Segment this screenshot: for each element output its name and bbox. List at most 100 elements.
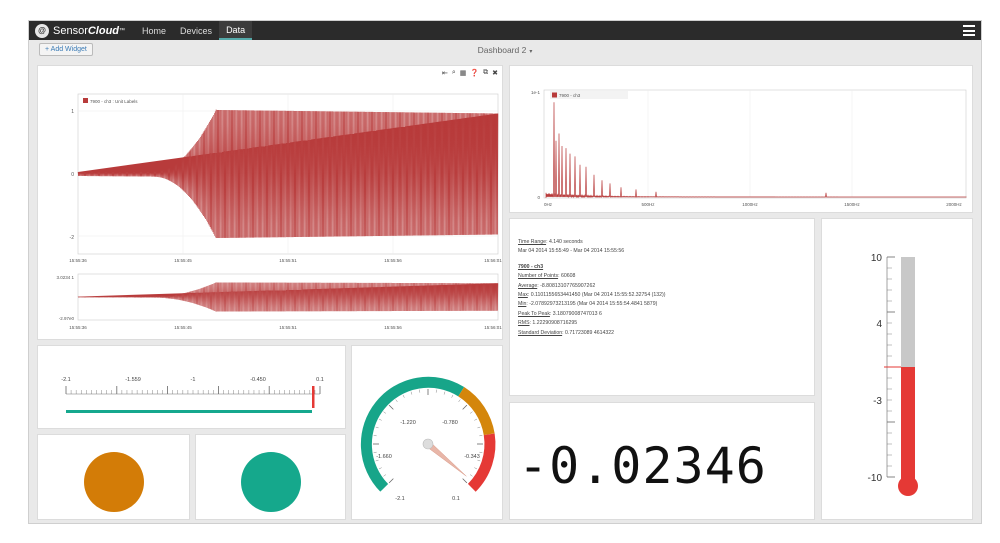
dial-gauge-tick	[383, 411, 387, 414]
dial-gauge-orange-band	[458, 387, 495, 436]
fft-legend-swatch	[552, 92, 557, 98]
fft-x-tick: 1500Hz	[844, 202, 860, 207]
time-range-value: : 4.140 seconds	[546, 239, 583, 245]
navigator-x-tick: 15:55:45	[174, 325, 192, 330]
status-light-orange	[84, 452, 144, 512]
hamburger-icon[interactable]	[963, 25, 975, 36]
dial-gauge-tick	[388, 404, 394, 410]
linear-gauge-tick-label: 0.1	[316, 377, 324, 383]
time-range-label: Time Range	[518, 239, 547, 245]
navigator-x-tick: 15:56:01	[484, 325, 502, 330]
stat-value: : -2.07892973213195 (Mar 04 2014 15:55:5…	[526, 301, 658, 308]
dial-gauge-label: 0.1	[452, 496, 460, 502]
brand-trademark: ™	[119, 27, 126, 34]
fft-chart[interactable]: 7900 - ch3 1e-1 0 0Hz 500Hz 1000Hz 1500H…	[510, 66, 974, 214]
chevron-down-icon: ▾	[529, 49, 533, 55]
thermometer-gauge: 10 4 -3 -10	[868, 253, 918, 496]
dial-gauge-tick	[402, 394, 405, 398]
thermometer-tick-label: 10	[871, 253, 883, 264]
y-tick-label: 0	[71, 172, 74, 178]
dial-gauge-tick	[375, 426, 379, 429]
dashboard-title-dropdown[interactable]: Dashboard 2 ▾	[29, 45, 981, 55]
thermometer-fill	[901, 367, 915, 491]
dial-gauge-label: -1.660	[376, 454, 392, 460]
thermometer-tick-label: -10	[868, 473, 883, 484]
stat-label: Number of Points	[518, 273, 559, 280]
nav-item-home[interactable]: Home	[135, 21, 173, 40]
app-window: @ Sensor Cloud ™ Home Devices Data + Add W…	[28, 20, 982, 524]
fft-plot-frame	[543, 89, 967, 199]
thermometer-bulb	[898, 476, 918, 496]
navigator-x-tick: 15:55:36	[69, 325, 87, 330]
dial-gauge-label: -2.1	[395, 496, 404, 502]
time-span: Mar 04 2014 15:55:49 - Mar 04 2014 15:55…	[518, 248, 625, 255]
fft-legend-label: 7900 - ch3	[559, 93, 581, 98]
thermometer-tick-label: 4	[876, 319, 882, 330]
dial-gauge-tick	[378, 467, 382, 470]
nav-item-devices[interactable]: Devices	[173, 21, 219, 40]
navigator-x-tick: 15:55:56	[384, 325, 402, 330]
top-navbar: @ Sensor Cloud ™ Home Devices Data	[29, 21, 981, 40]
linear-gauge-tick-label: -1	[191, 377, 196, 383]
dial-gauge-tick	[378, 418, 382, 421]
linear-gauge-marker	[312, 386, 315, 408]
fft-x-tick: 0Hz	[544, 202, 553, 207]
main-nav: Home Devices Data	[135, 21, 253, 40]
dial-gauge-red-band	[467, 433, 496, 492]
thermometer-tick-label: -3	[873, 396, 882, 407]
dial-gauge-tick	[388, 478, 394, 484]
linear-gauge-tick-label: -1.559	[125, 377, 141, 383]
y-tick-label: -2	[70, 235, 75, 241]
navigator-y-top: 3.0234 1	[56, 275, 74, 280]
dial-gauge-tick	[469, 474, 473, 477]
linear-gauge-tick-label: -2.1	[61, 377, 70, 383]
nav-item-data[interactable]: Data	[219, 21, 253, 40]
brand-sensor-text: Sensor	[53, 24, 88, 37]
stat-value: : 1.22290908716295	[529, 320, 578, 327]
dial-gauge-tick	[375, 459, 379, 462]
dashboard-toolbar: + Add Widget Dashboard 2 ▾	[29, 40, 981, 60]
dial-gauge-tick	[383, 474, 387, 477]
fft-y-bottom: 0	[537, 195, 540, 200]
fft-y-top: 1e-1	[531, 90, 541, 95]
dial-gauge: -1.220 -0.780 -1.660 -0.343 -2.1 0.1	[360, 376, 496, 502]
stat-label: Peak To Peak	[518, 310, 550, 317]
stat-value: : -8.80813107765907262	[537, 282, 596, 289]
stat-label: Average	[518, 282, 538, 289]
stat-value: : 3.18079008747013 6	[549, 310, 602, 317]
dial-gauge-tick	[458, 399, 461, 403]
statistics-widget: Time Range: 4.140 seconds Mar 04 2014 15…	[509, 218, 815, 396]
dial-gauge-tick	[474, 418, 478, 421]
linear-gauge: -2.1 -1.559 -1 -0.450 0.1	[61, 377, 324, 413]
linear-gauge-bar	[66, 410, 312, 413]
dial-gauge-tick	[462, 478, 468, 484]
timeseries-legend-label: 7900 - ch3 : Unit Labels	[90, 99, 138, 104]
dial-gauge-tick	[410, 391, 413, 395]
sensorcloud-logo-icon: @	[35, 23, 49, 38]
timeseries-chart[interactable]: 7900 - ch3 : Unit Labels 1 0 -2 15:55:36…	[38, 66, 504, 341]
numeric-readout-widget: -0.02346	[509, 402, 815, 520]
linear-gauge-tick-label: -0.450	[250, 377, 266, 383]
dial-gauge-tick	[469, 411, 473, 414]
dial-gauge-tick	[395, 399, 398, 403]
fft-x-tick: 1000Hz	[742, 202, 758, 207]
status-light-widget-2	[195, 434, 346, 520]
stat-label: Max	[518, 292, 528, 299]
status-light-teal	[241, 452, 301, 512]
dial-gauge-tick	[462, 404, 468, 410]
stat-value: : 0.71723089 4614322	[562, 329, 615, 336]
dial-gauge-hub	[422, 438, 434, 450]
dial-gauge-tick	[477, 459, 481, 462]
timeseries-widget: ⇤ ⌕ ▦ ❓ ⧉ ✖ 7900 - ch3 : Unit Labels 1 0…	[37, 65, 503, 340]
dial-gauge-green-band	[360, 376, 465, 492]
fft-widget: 7900 - ch3 1e-1 0 0Hz 500Hz 1000Hz 1500H…	[509, 65, 973, 213]
channel-title: 7900 - ch3	[518, 263, 544, 270]
fft-x-tick: 2000Hz	[946, 202, 962, 207]
numeric-readout-value: -0.02346	[518, 437, 767, 495]
thermometer-widget: 10 4 -3 -10	[821, 218, 973, 520]
brand-logo[interactable]: @ Sensor Cloud ™	[35, 23, 126, 38]
brand-cloud-text: Cloud	[87, 24, 120, 37]
stat-label: Standard Deviation	[518, 329, 563, 336]
x-tick-label: 15:55:45	[174, 258, 192, 263]
linear-gauge-widget: -2.1 -1.559 -1 -0.450 0.1	[37, 345, 346, 429]
